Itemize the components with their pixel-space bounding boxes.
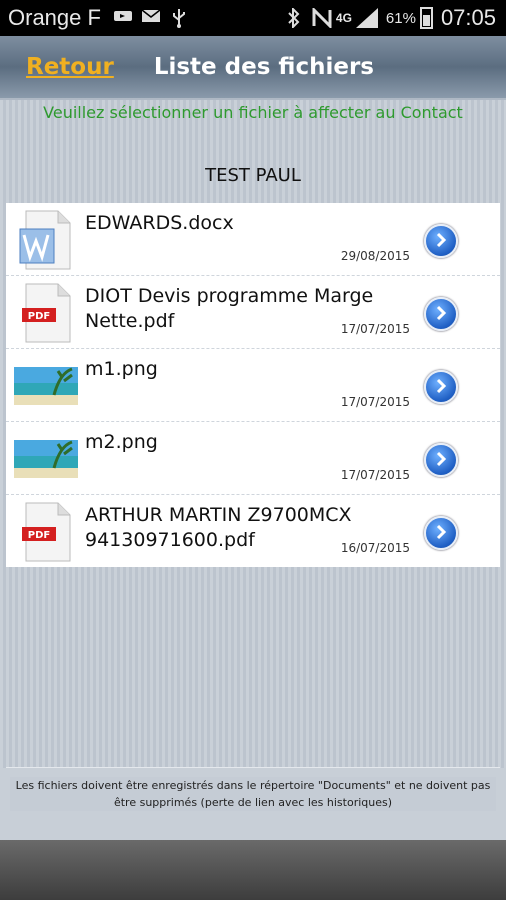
contact-name: TEST PAUL	[205, 165, 301, 186]
file-date: 29/08/2015	[340, 249, 410, 263]
select-arrow-button[interactable]	[424, 370, 458, 404]
file-row[interactable]: EDWARDS.docx 29/08/2015	[6, 203, 500, 276]
select-arrow-button[interactable]	[424, 516, 458, 550]
battery-percent: 61%	[385, 9, 416, 27]
file-row[interactable]: m1.png 17/07/2015	[6, 349, 500, 422]
file-date: 17/07/2015	[340, 468, 410, 482]
chevron-right-icon	[436, 305, 447, 321]
notification-icons	[109, 8, 193, 28]
select-arrow-button[interactable]	[424, 297, 458, 331]
footer-note: Les fichiers doivent être enregistrés da…	[10, 777, 496, 811]
file-name: m1.png	[85, 358, 158, 380]
bottom-bar	[0, 840, 506, 900]
pdf-icon: PDF	[14, 499, 78, 563]
select-arrow-button[interactable]	[424, 224, 458, 258]
page-title: Liste des fichiers	[153, 54, 374, 80]
email-icon	[140, 8, 162, 28]
word-doc-icon	[14, 207, 78, 271]
chevron-right-icon	[436, 524, 447, 540]
divider	[6, 767, 500, 768]
file-row[interactable]: PDF DIOT Devis programme Marge Nette.pdf…	[6, 276, 500, 349]
bluetooth-icon	[283, 6, 305, 30]
image-thumbnail	[14, 353, 78, 417]
back-button[interactable]: Retour	[26, 54, 114, 80]
image-thumbnail	[14, 426, 78, 490]
battery-icon	[419, 7, 433, 29]
pdf-icon: PDF	[14, 280, 78, 344]
file-list: EDWARDS.docx 29/08/2015 PDF DIOT Devis p…	[6, 203, 500, 567]
usb-icon	[112, 8, 134, 28]
carrier-name: Orange F	[8, 5, 101, 30]
status-right: 4G 61% 07:05	[280, 5, 506, 31]
select-arrow-button[interactable]	[424, 443, 458, 477]
signal-icon	[355, 8, 378, 28]
file-name: EDWARDS.docx	[85, 212, 234, 234]
chevron-right-icon	[436, 451, 447, 467]
file-date: 17/07/2015	[340, 322, 410, 336]
file-date: 16/07/2015	[340, 541, 410, 555]
instruction-text: Veuillez sélectionner un fichier à affec…	[43, 103, 463, 122]
nfc-icon	[311, 6, 333, 30]
file-row[interactable]: m2.png 17/07/2015	[6, 422, 500, 495]
svg-text:PDF: PDF	[28, 530, 50, 541]
network-type: 4G	[335, 11, 352, 25]
usb-debug-icon	[168, 8, 190, 28]
file-date: 17/07/2015	[340, 395, 410, 409]
chevron-right-icon	[436, 232, 447, 248]
file-row[interactable]: PDF ARTHUR MARTIN Z9700MCX 94130971600.p…	[6, 495, 500, 567]
svg-text:PDF: PDF	[28, 311, 50, 322]
app-header: Retour Liste des fichiers	[0, 36, 506, 100]
file-name: m2.png	[85, 431, 158, 453]
chevron-right-icon	[436, 378, 447, 394]
status-bar: Orange F 4G 61% 07:05	[0, 0, 506, 36]
clock: 07:05	[440, 5, 496, 30]
